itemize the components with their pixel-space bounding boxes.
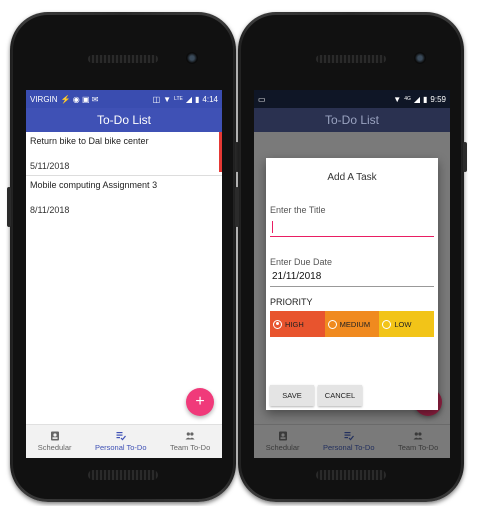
radio-selected-icon	[273, 319, 282, 329]
clock: 4:14	[202, 94, 218, 104]
nav-item-schedular[interactable]: Schedular	[266, 431, 300, 452]
nav-label: Team To-Do	[169, 443, 211, 452]
task-list: Return bike to Dal bike center 5/11/2018…	[26, 132, 222, 219]
status-bar: VIRGIN ⚡ ◉ ▣ ✉ ◫ ▼ LTE ◢ ▮ 4:14	[26, 90, 222, 108]
volume-button	[235, 187, 239, 227]
cancel-button[interactable]: CANCEL	[318, 385, 362, 406]
nav-item-schedular[interactable]: Schedular	[38, 431, 72, 452]
signal-icon: ◢	[413, 94, 421, 104]
due-date-label: Enter Due Date	[270, 257, 333, 267]
contact-card-icon	[278, 431, 287, 441]
phone-left: VIRGIN ⚡ ◉ ▣ ✉ ◫ ▼ LTE ◢ ▮ 4:14 To-Do Li…	[7, 12, 239, 502]
priority-option-high[interactable]: HIGH	[270, 311, 325, 337]
signal-icon: ◢	[185, 94, 193, 104]
vibrate-icon: ◫	[152, 94, 161, 104]
screen-add-task: ▭ ▼ 4G ◢ ▮ 9:59 To-Do List Add A Task En…	[254, 90, 450, 458]
network-type-label: LTE	[174, 96, 183, 102]
nav-label: Team To-Do	[397, 443, 439, 452]
contact-card-icon	[50, 431, 59, 441]
nav-label: Schedular	[265, 443, 300, 452]
carrier-label: VIRGIN	[30, 94, 58, 104]
page-title: To-Do List	[96, 113, 152, 127]
page-title: To-Do List	[324, 113, 380, 127]
add-task-button[interactable]: +	[186, 388, 214, 416]
app-bar: To-Do List	[26, 108, 222, 132]
task-date: 5/11/2018	[30, 161, 70, 171]
front-camera	[186, 52, 198, 64]
priority-label: PRIORITY	[270, 297, 313, 307]
priority-option-low[interactable]: LOW	[379, 311, 435, 337]
people-icon	[185, 432, 195, 440]
wifi-icon: ▼	[163, 94, 172, 104]
title-input[interactable]	[270, 219, 434, 237]
add-task-dialog: Add A Task Enter the Title Enter Due Dat…	[266, 158, 438, 410]
clock: 9:59	[430, 94, 446, 104]
priority-option-label: MEDIUM	[339, 319, 371, 329]
priority-radio-group: HIGH MEDIUM LOW	[270, 311, 435, 337]
radio-unselected-icon	[382, 319, 392, 329]
battery-icon: ▮	[195, 94, 200, 104]
phone-right: ▭ ▼ 4G ◢ ▮ 9:59 To-Do List Add A Task En…	[235, 12, 467, 502]
priority-option-label: HIGH	[285, 319, 304, 329]
task-title: Mobile computing Assignment 3	[30, 180, 158, 190]
voicemail-icon: ▭	[258, 94, 266, 104]
nav-label: Personal To-Do	[322, 443, 375, 452]
nav-item-team-todo[interactable]: Team To-Do	[170, 431, 210, 452]
dialog-actions: SAVE CANCEL	[270, 385, 362, 406]
nav-item-personal-todo[interactable]: Personal To-Do	[95, 431, 147, 452]
status-bar: ▭ ▼ 4G ◢ ▮ 9:59	[254, 90, 450, 108]
bottom-speaker	[316, 470, 386, 480]
front-camera	[414, 52, 426, 64]
radio-unselected-icon	[327, 319, 337, 329]
app-bar: To-Do List	[254, 108, 450, 132]
bottom-speaker	[88, 470, 158, 480]
nav-item-personal-todo[interactable]: Personal To-Do	[323, 431, 375, 452]
nav-label: Schedular	[37, 443, 72, 452]
checklist-icon	[344, 432, 354, 441]
bottom-navigation: Schedular Personal To-Do Team To-Do	[26, 424, 222, 458]
bottom-navigation: Schedular Personal To-Do Team To-Do	[254, 424, 450, 458]
priority-option-medium[interactable]: MEDIUM	[324, 311, 380, 337]
priority-option-label: LOW	[394, 319, 412, 329]
battery-icon: ▮	[423, 94, 428, 104]
checklist-icon	[116, 432, 126, 441]
title-field-label: Enter the Title	[270, 205, 326, 215]
volume-button	[7, 187, 11, 227]
nav-label: Personal To-Do	[94, 443, 147, 452]
earpiece-speaker	[316, 55, 386, 63]
power-button	[463, 142, 467, 172]
wifi-icon: ▼	[393, 94, 402, 104]
screen-todo-list: VIRGIN ⚡ ◉ ▣ ✉ ◫ ▼ LTE ◢ ▮ 4:14 To-Do Li…	[26, 90, 222, 458]
nav-item-team-todo[interactable]: Team To-Do	[398, 431, 438, 452]
save-button[interactable]: SAVE	[270, 385, 314, 406]
notification-icons: ⚡ ◉ ▣ ✉	[60, 94, 99, 104]
priority-indicator	[219, 132, 222, 172]
due-date-input[interactable]: 21/11/2018	[270, 271, 434, 287]
network-type-label: 4G	[404, 96, 411, 102]
text-cursor	[272, 221, 273, 233]
list-item[interactable]: Mobile computing Assignment 3 8/11/2018	[26, 176, 222, 219]
earpiece-speaker	[88, 55, 158, 63]
task-date: 8/11/2018	[30, 205, 70, 215]
task-title: Return bike to Dal bike center	[30, 136, 149, 146]
people-icon	[413, 432, 423, 440]
list-item[interactable]: Return bike to Dal bike center 5/11/2018	[26, 132, 222, 175]
dialog-title: Add A Task	[327, 172, 377, 183]
